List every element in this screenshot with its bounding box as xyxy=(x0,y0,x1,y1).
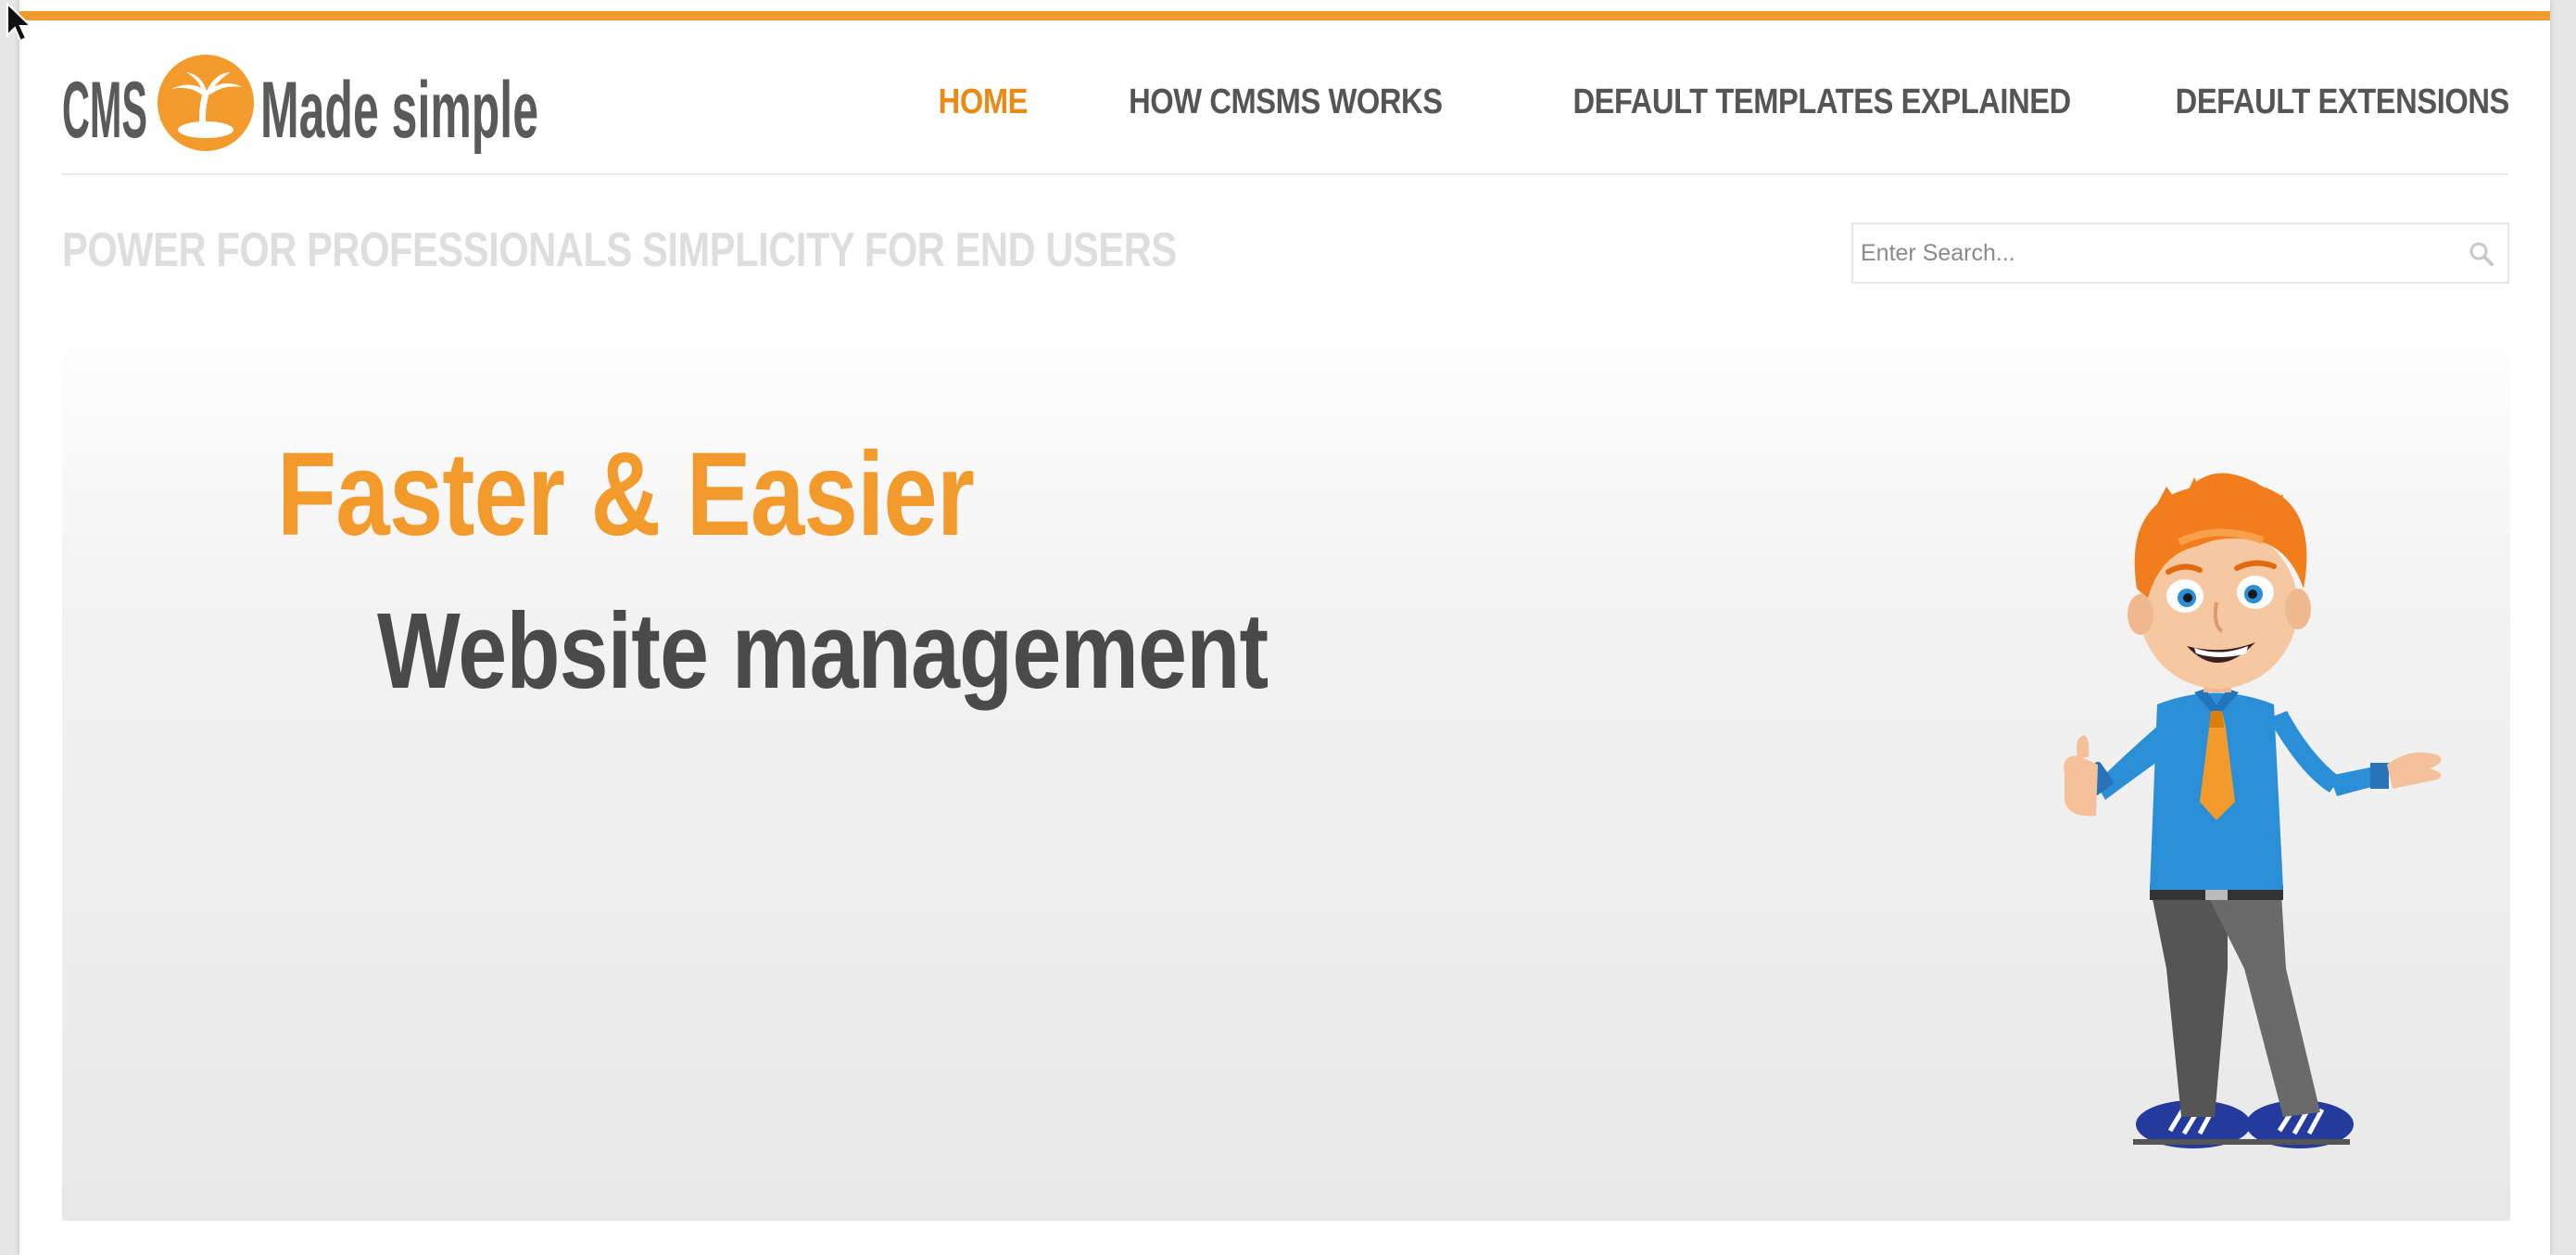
mascot-illustration xyxy=(2064,473,2442,1148)
nav-item-default-templates-explained[interactable]: Default Templates Explained xyxy=(1573,82,2072,122)
site-tagline: Power for professionals simplicity for e… xyxy=(62,223,1177,277)
hero-banner: Faster & Easier Website management xyxy=(62,320,2510,1221)
palm-island-logo-icon xyxy=(158,55,254,151)
hero-subtitle: Website management xyxy=(377,590,1269,711)
search-input[interactable] xyxy=(1853,238,2437,268)
main-nav: Home How CMSMS Works Default Templates E… xyxy=(924,74,2509,130)
hero-title: Faster & Easier xyxy=(277,428,975,561)
nav-item-home[interactable]: Home xyxy=(938,82,1028,122)
nav-item-how-cmsms-works[interactable]: How CMSMS Works xyxy=(1129,82,1443,122)
top-accent-bar xyxy=(19,11,2550,20)
header-divider xyxy=(62,173,2508,175)
search-box xyxy=(1851,222,2509,284)
site-logo[interactable]: CMS Made simple xyxy=(62,54,544,156)
nav-item-default-extensions[interactable]: Default Extensions xyxy=(2176,82,2510,122)
logo-text-made-simple: Made simple xyxy=(260,66,538,155)
search-icon[interactable] xyxy=(2469,241,2494,272)
logo-text-cms: CMS xyxy=(62,66,147,155)
mouse-cursor-icon xyxy=(6,2,33,43)
page: CMS Made simple Home How CMSMS Works Def… xyxy=(19,0,2550,1255)
